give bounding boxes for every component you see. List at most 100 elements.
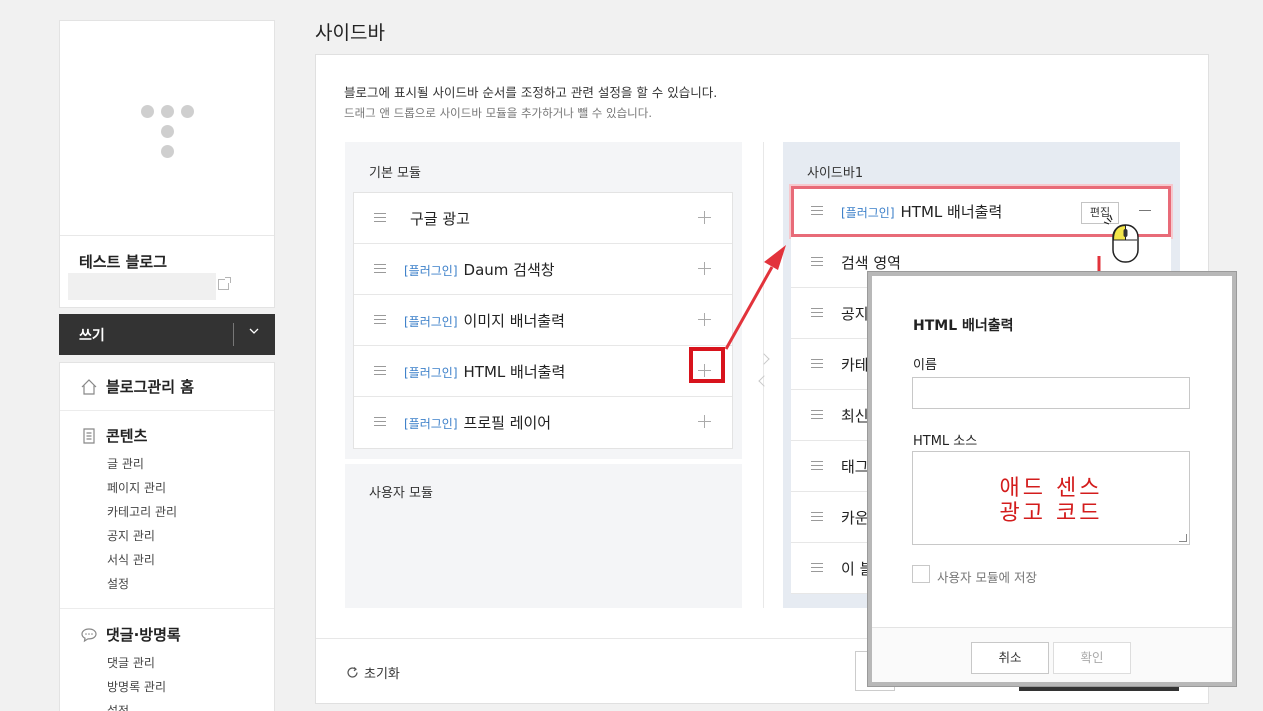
chevron-right-icon[interactable] (758, 353, 770, 365)
basic-modules-title: 기본 모듈 (369, 166, 421, 181)
drag-handle-icon[interactable] (811, 308, 823, 317)
menu-contents[interactable]: 콘텐츠 (80, 425, 147, 446)
chevron-down-icon[interactable] (249, 326, 259, 336)
drag-handle-icon[interactable] (374, 366, 386, 375)
logo-dot (161, 145, 174, 158)
module-label: [플러그인] HTML 배너출력 (404, 361, 565, 382)
user-modules-section: 사용자 모듈 (345, 459, 742, 608)
menu-item-categories[interactable]: 카테고리 관리 (107, 503, 177, 520)
footer-primary-button[interactable] (1019, 687, 1179, 691)
basic-module-list: 구글 광고 [플러그인] Daum 검색창 [플러그인] 이미지 배너출력 [플러그… (353, 192, 733, 449)
menu-home[interactable]: 블로그관리 홈 (80, 376, 194, 397)
dialog-title: HTML 배너출력 (913, 318, 1014, 334)
module-item-google-ads[interactable]: 구글 광고 (354, 193, 732, 244)
module-label: [플러그인] HTML 배너출력 (841, 201, 1002, 222)
resize-handle-icon[interactable] (1179, 534, 1187, 542)
module-item-html-banner[interactable]: [플러그인] HTML 배너출력 (354, 346, 732, 397)
source-text-line2: 광고 코드 (999, 501, 1103, 526)
menu-item-pages[interactable]: 페이지 관리 (107, 479, 166, 496)
description-secondary: 드래그 앤 드롭으로 사이드바 모듈을 추가하거나 뺄 수 있습니다. (344, 106, 652, 120)
blog-thumbnail[interactable] (60, 21, 274, 236)
module-label: 구글 광고 (404, 208, 470, 229)
speech-bubble-icon (81, 627, 97, 642)
menu-home-label: 블로그관리 홈 (106, 378, 195, 396)
drag-handle-icon[interactable] (374, 264, 386, 273)
drag-handle-icon[interactable] (811, 206, 823, 215)
menu-item-comments[interactable]: 댓글 관리 (107, 654, 155, 671)
module-label: 카운 (841, 509, 869, 527)
logo-dot (141, 105, 154, 118)
edit-button[interactable]: 편집 (1081, 202, 1119, 224)
drag-handle-icon[interactable] (811, 410, 823, 419)
external-link-icon[interactable] (218, 277, 231, 290)
name-input[interactable] (912, 377, 1190, 409)
menu-item-comment-settings[interactable]: 설정 (107, 702, 129, 711)
menu-section-home: 블로그관리 홈 (60, 363, 274, 411)
plugin-tag: [플러그인] (404, 417, 458, 431)
home-icon (81, 378, 97, 395)
menu-item-templates[interactable]: 서식 관리 (107, 551, 155, 568)
html-source-label: HTML 소스 (913, 434, 978, 449)
write-label: 쓰기 (79, 328, 105, 344)
drag-handle-icon[interactable] (811, 461, 823, 470)
module-label: 카테 (841, 356, 869, 374)
menu-comments-label: 댓글·방명록 (106, 626, 181, 644)
menu-contents-label: 콘텐츠 (106, 427, 148, 445)
module-label: [플러그인] Daum 검색창 (404, 259, 555, 280)
chevron-left-icon[interactable] (758, 375, 770, 387)
reset-button[interactable]: 초기화 (346, 663, 400, 682)
admin-menu: 블로그관리 홈 콘텐츠 글 관리 페이지 관리 카테고리 관리 공지 관리 서식… (59, 362, 275, 711)
logo-dot (161, 125, 174, 138)
add-module-icon[interactable] (698, 313, 711, 326)
blog-profile-card: 테스트 블로그 (59, 20, 275, 308)
module-item-daum-search[interactable]: [플러그인] Daum 검색창 (354, 244, 732, 295)
drag-handle-icon[interactable] (811, 512, 823, 521)
reset-label: 초기화 (364, 667, 400, 682)
plugin-tag: [플러그인] (841, 206, 895, 220)
menu-item-notices[interactable]: 공지 관리 (107, 527, 155, 544)
plugin-tag: [플러그인] (404, 315, 458, 329)
description-primary: 블로그에 표시될 사이드바 순서를 조정하고 관련 설정을 할 수 있습니다. (344, 85, 718, 100)
add-module-icon[interactable] (698, 262, 711, 275)
confirm-button[interactable]: 확인 (1053, 642, 1131, 674)
name-label: 이름 (913, 358, 937, 373)
save-to-user-module-checkbox[interactable] (912, 565, 930, 583)
plugin-tag: [플러그인] (404, 264, 458, 278)
module-name: 이미지 배너출력 (463, 312, 565, 330)
html-source-textarea[interactable]: 애드 센스 광고 코드 (912, 451, 1190, 545)
drag-handle-icon[interactable] (811, 563, 823, 572)
add-module-icon[interactable] (698, 211, 711, 224)
blog-name[interactable]: 테스트 블로그 (79, 251, 167, 272)
add-module-icon[interactable] (698, 415, 711, 428)
html-banner-edit-dialog: HTML 배너출력 이름 HTML 소스 애드 센스 광고 코드 사용자 모듈에… (868, 272, 1236, 686)
logo-dot (161, 105, 174, 118)
module-name: HTML 배너출력 (463, 363, 566, 381)
write-button[interactable]: 쓰기 (59, 314, 275, 355)
module-name: HTML 배너출력 (900, 203, 1003, 221)
blog-url-redacted (68, 273, 216, 300)
sidebar-module-html-banner[interactable]: [플러그인] HTML 배너출력 편집 (791, 186, 1171, 237)
drag-handle-icon[interactable] (811, 359, 823, 368)
user-modules-title: 사용자 모듈 (369, 486, 433, 501)
module-name: 프로필 레이어 (463, 414, 552, 432)
divider (233, 323, 234, 346)
drag-handle-icon[interactable] (374, 213, 386, 222)
sidebar1-title: 사이드바1 (807, 166, 864, 181)
module-item-image-banner[interactable]: [플러그인] 이미지 배너출력 (354, 295, 732, 346)
drag-handle-icon[interactable] (374, 417, 386, 426)
cancel-button[interactable]: 취소 (971, 642, 1049, 674)
menu-item-guestbook[interactable]: 방명록 관리 (107, 678, 166, 695)
module-item-profile-layer[interactable]: [플러그인] 프로필 레이어 (354, 397, 732, 448)
menu-comments[interactable]: 댓글·방명록 (80, 624, 181, 645)
drag-handle-icon[interactable] (811, 257, 823, 266)
save-to-user-module-label[interactable]: 사용자 모듈에 저장 (937, 567, 1037, 586)
remove-module-icon[interactable] (1139, 210, 1151, 211)
menu-item-settings[interactable]: 설정 (107, 575, 129, 592)
menu-item-posts[interactable]: 글 관리 (107, 455, 144, 472)
plugin-tag: [플러그인] (404, 366, 458, 380)
module-label: [플러그인] 이미지 배너출력 (404, 310, 565, 331)
module-name: 구글 광고 (410, 210, 470, 228)
module-label: 검색 영역 (841, 254, 901, 272)
module-label: [플러그인] 프로필 레이어 (404, 412, 551, 433)
drag-handle-icon[interactable] (374, 315, 386, 324)
